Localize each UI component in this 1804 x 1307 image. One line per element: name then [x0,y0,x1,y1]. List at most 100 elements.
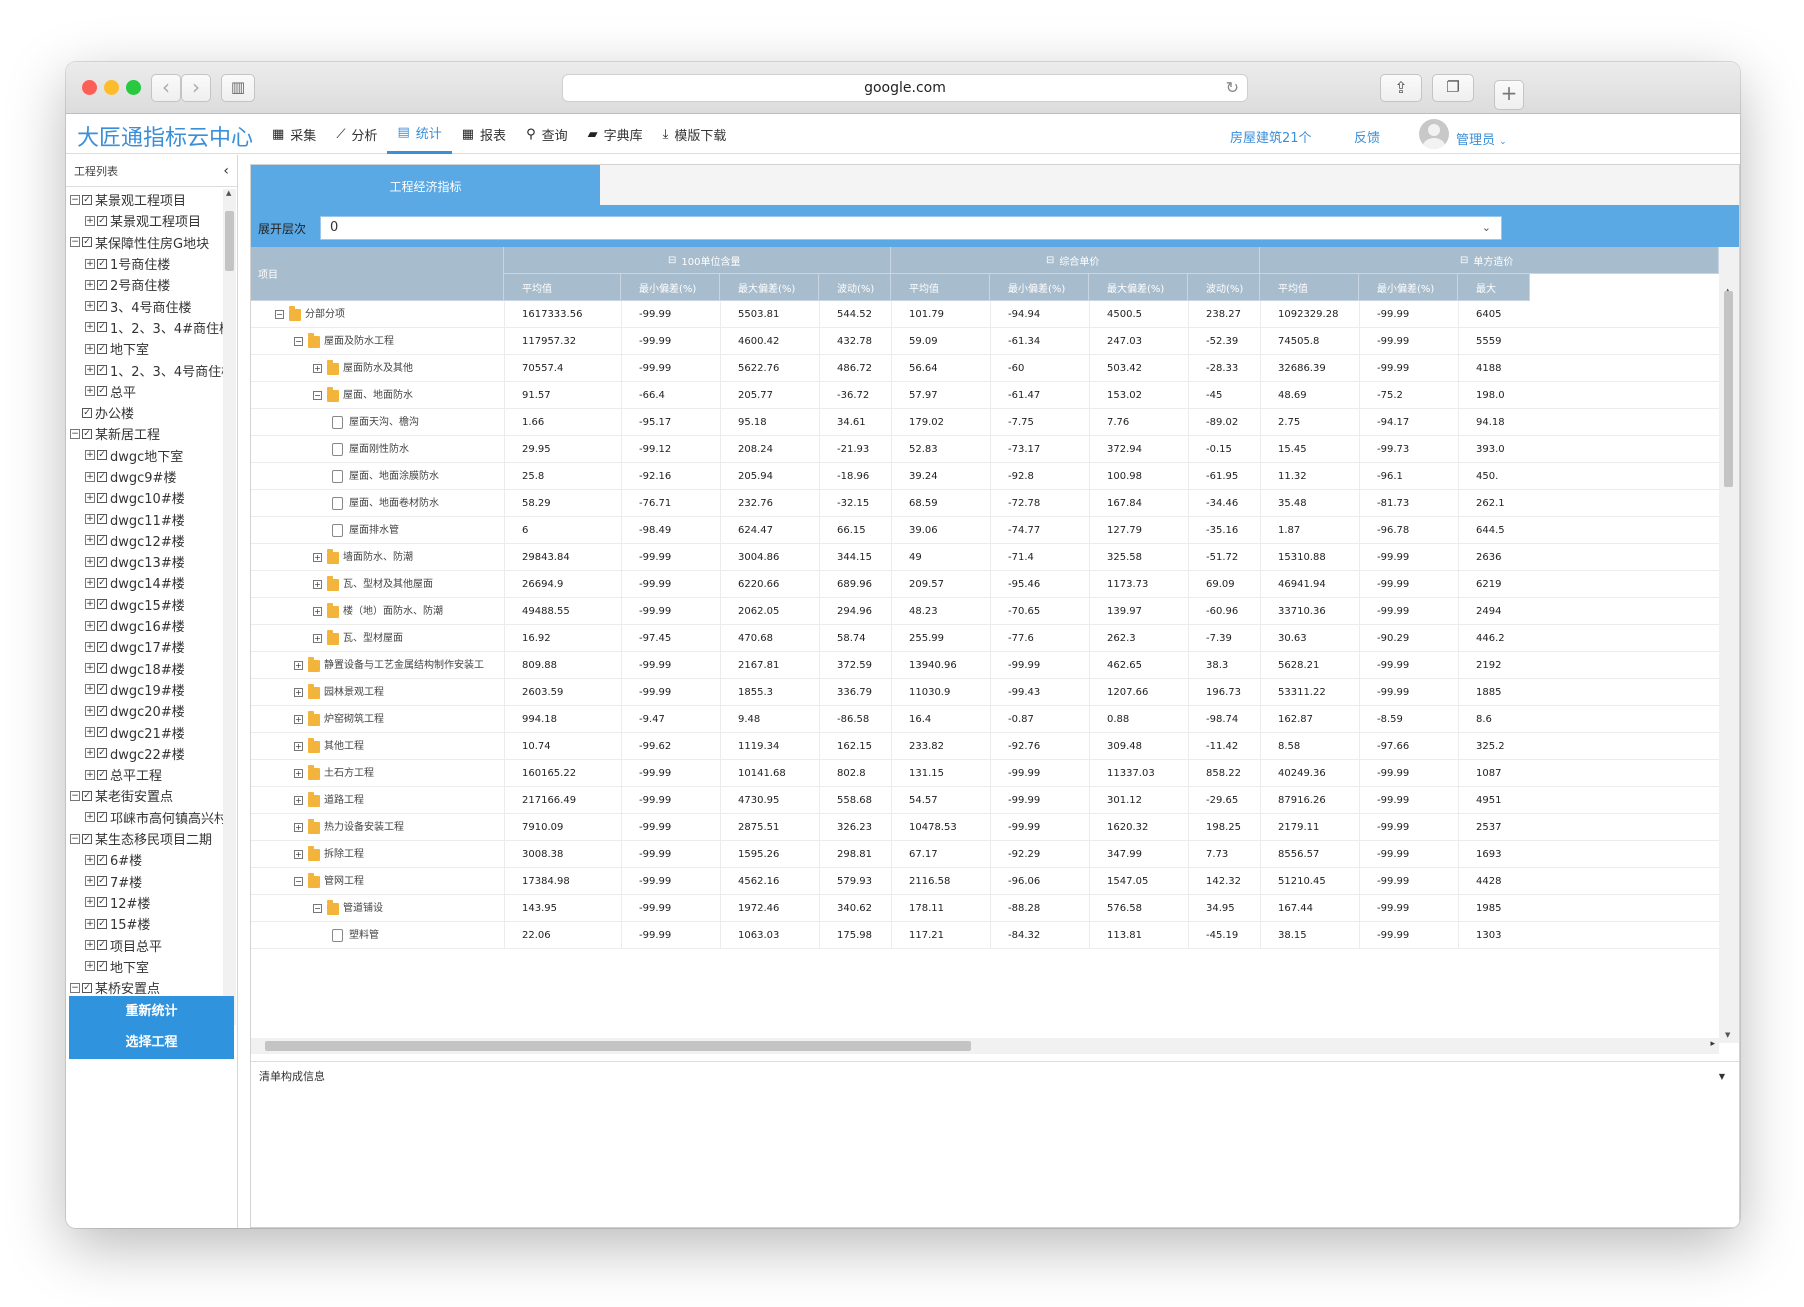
column-header[interactable]: 最小偏差(%) [1359,274,1458,301]
checkbox[interactable]: ✓ [97,215,107,226]
expand-icon[interactable]: + [294,715,303,724]
menu-query[interactable]: ⚲ 查询 [516,114,578,154]
checkbox[interactable]: ✓ [97,258,107,269]
expand-icon[interactable]: + [85,620,95,631]
tree-node[interactable]: + ✓ 7#楼 [66,871,224,892]
checkbox[interactable]: ✓ [82,237,92,248]
table-row[interactable]: − 屋面及防水工程 117957.32 -99.99 4600.42 432.78 59.0… [251,328,1719,355]
checkbox[interactable]: ✓ [97,301,107,312]
table-row[interactable]: − 分部分项 1617333.56 -99.99 5503.81 544.52 101.79… [251,301,1719,328]
grid-vertical-scrollbar[interactable]: ▲ ▼ [1719,247,1739,1043]
scroll-up-icon[interactable]: ▲ [226,189,231,197]
expand-icon[interactable]: + [85,684,95,695]
checkbox[interactable]: ✓ [97,812,107,823]
collapse-icon[interactable]: − [313,904,322,913]
expand-icon[interactable]: + [85,769,95,780]
checkbox[interactable]: ✓ [97,450,107,461]
avatar[interactable] [1419,119,1449,149]
chevron-down-icon[interactable]: ▼ [1719,1062,1725,1092]
expand-icon[interactable]: + [85,386,95,397]
forward-icon[interactable]: › [181,74,211,102]
checkbox[interactable]: ✓ [97,918,107,929]
tree-node[interactable]: + ✓ dwgc9#楼 [66,466,224,487]
recount-button[interactable]: 重新统计 [69,996,234,1028]
expand-icon[interactable]: + [85,556,95,567]
expand-icon[interactable]: + [85,535,95,546]
checkbox[interactable]: ✓ [97,940,107,951]
column-group-header[interactable]: ⊟ 单方造价 [1260,247,1719,274]
tree-node[interactable]: + ✓ 总平 [66,381,224,402]
building-count-link[interactable]: 房屋建筑21个 [1230,127,1312,146]
collapse-icon[interactable]: − [294,877,303,886]
tree-node[interactable]: + ✓ dwgc13#楼 [66,551,224,572]
table-row[interactable]: + 园林景观工程 2603.59 -99.99 1855.3 336.79 11030.9 -… [251,679,1719,706]
tree-node[interactable]: + ✓ 1、2、3、4#商住楼 [66,317,224,338]
expand-icon[interactable]: + [294,769,303,778]
table-row[interactable]: 屋面、地面涂膜防水 25.8 -92.16 205.94 -18.96 39.24 -92.… [251,463,1719,490]
tabs-overview-icon[interactable]: ❐ [1432,74,1474,102]
expand-icon[interactable]: + [85,577,95,588]
tree-node[interactable]: + ✓ 地下室 [66,338,224,359]
menu-report[interactable]: ▦ 报表 [452,114,516,154]
collapse-group-icon[interactable]: ⊟ [668,255,676,266]
column-header[interactable]: 最大偏差(%) [720,274,819,301]
minimize-window-icon[interactable] [104,80,119,95]
expand-icon[interactable]: + [85,599,95,610]
expand-icon[interactable]: + [85,705,95,716]
tree-node[interactable]: + ✓ dwgc21#楼 [66,721,224,742]
checkbox[interactable]: ✓ [82,428,92,439]
expand-icon[interactable]: + [85,301,95,312]
table-row[interactable]: − 管网工程 17384.98 -99.99 4562.16 579.93 2116.58 -… [251,868,1719,895]
column-group-header[interactable]: ⊟ 100单位含量 [504,247,891,274]
collapse-icon[interactable]: − [70,833,80,844]
column-header[interactable]: 平均值 [1260,274,1359,301]
checkbox[interactable]: ✓ [97,663,107,674]
table-row[interactable]: 屋面天沟、檐沟 1.66 -95.17 95.18 34.61 179.02 -7.75 7.… [251,409,1719,436]
tree-node[interactable]: + ✓ 某景观工程项目 [66,210,224,231]
zoom-window-icon[interactable] [126,80,141,95]
checkbox[interactable]: ✓ [97,514,107,525]
select-project-button[interactable]: 选择工程 [69,1027,234,1059]
checkbox[interactable]: ✓ [82,833,92,844]
table-row[interactable]: + 其他工程 10.74 -99.62 1119.34 162.15 233.82 -92.7… [251,733,1719,760]
collapse-icon[interactable]: − [275,310,284,319]
collapse-icon[interactable]: − [70,982,80,993]
expand-level-select[interactable]: 0 ⌄ [320,216,1502,240]
sidebar-scrollbar[interactable]: ▲ ▼ [223,189,236,1025]
expand-icon[interactable]: + [85,343,95,354]
expand-icon[interactable]: + [85,940,95,951]
sidebar-toggle-icon[interactable]: ▥ [221,74,255,102]
tree-node[interactable]: − ✓ 某老街安置点 [66,785,224,806]
table-row[interactable]: + 楼（地）面防水、防潮 49488.55 -99.99 2062.05 294.96 48… [251,598,1719,625]
checkbox[interactable]: ✓ [97,897,107,908]
tab-economic-indicators[interactable]: 工程经济指标 [251,165,600,209]
grid-hscroll-thumb[interactable] [265,1041,971,1051]
collapse-icon[interactable]: − [70,194,80,205]
collapse-icon[interactable]: − [70,790,80,801]
column-header[interactable]: 平均值 [891,274,990,301]
scroll-down-icon[interactable]: ▼ [1725,1031,1730,1039]
table-row[interactable]: + 土石方工程 160165.22 -99.99 10141.68 802.8 131.15… [251,760,1719,787]
checkbox[interactable]: ✓ [97,577,107,588]
checkbox[interactable]: ✓ [97,471,107,482]
table-row[interactable]: + 道路工程 217166.49 -99.99 4730.95 558.68 54.57 -9… [251,787,1719,814]
tree-node[interactable]: + ✓ 6#楼 [66,849,224,870]
close-window-icon[interactable] [82,80,97,95]
table-row[interactable]: + 热力设备安装工程 7910.09 -99.99 2875.51 326.23 10478… [251,814,1719,841]
tree-node[interactable]: + ✓ dwgc20#楼 [66,700,224,721]
tree-node[interactable]: − ✓ 某新居工程 [66,423,224,444]
tree-node[interactable]: + ✓ dwgc15#楼 [66,594,224,615]
expand-icon[interactable]: + [294,742,303,751]
expand-icon[interactable]: + [294,796,303,805]
column-header[interactable]: 最小偏差(%) [621,274,720,301]
new-tab-icon[interactable]: + [1494,80,1524,110]
table-row[interactable]: + 瓦、型材及其他屋面 26694.9 -99.99 6220.66 689.96 209.… [251,571,1719,598]
table-row[interactable]: + 墙面防水、防潮 29843.84 -99.99 3004.86 344.15 49 -71… [251,544,1719,571]
tree-node[interactable]: + ✓ dwgc14#楼 [66,572,224,593]
tree-node[interactable]: ✓ 办公楼 [66,402,224,423]
column-header[interactable]: 最大 [1458,274,1530,301]
sidebar-scroll-thumb[interactable] [225,211,234,271]
checkbox[interactable]: ✓ [97,279,107,290]
tree-node[interactable]: + ✓ dwgc地下室 [66,445,224,466]
tree-node[interactable]: + ✓ 3、4号商住楼 [66,295,224,316]
